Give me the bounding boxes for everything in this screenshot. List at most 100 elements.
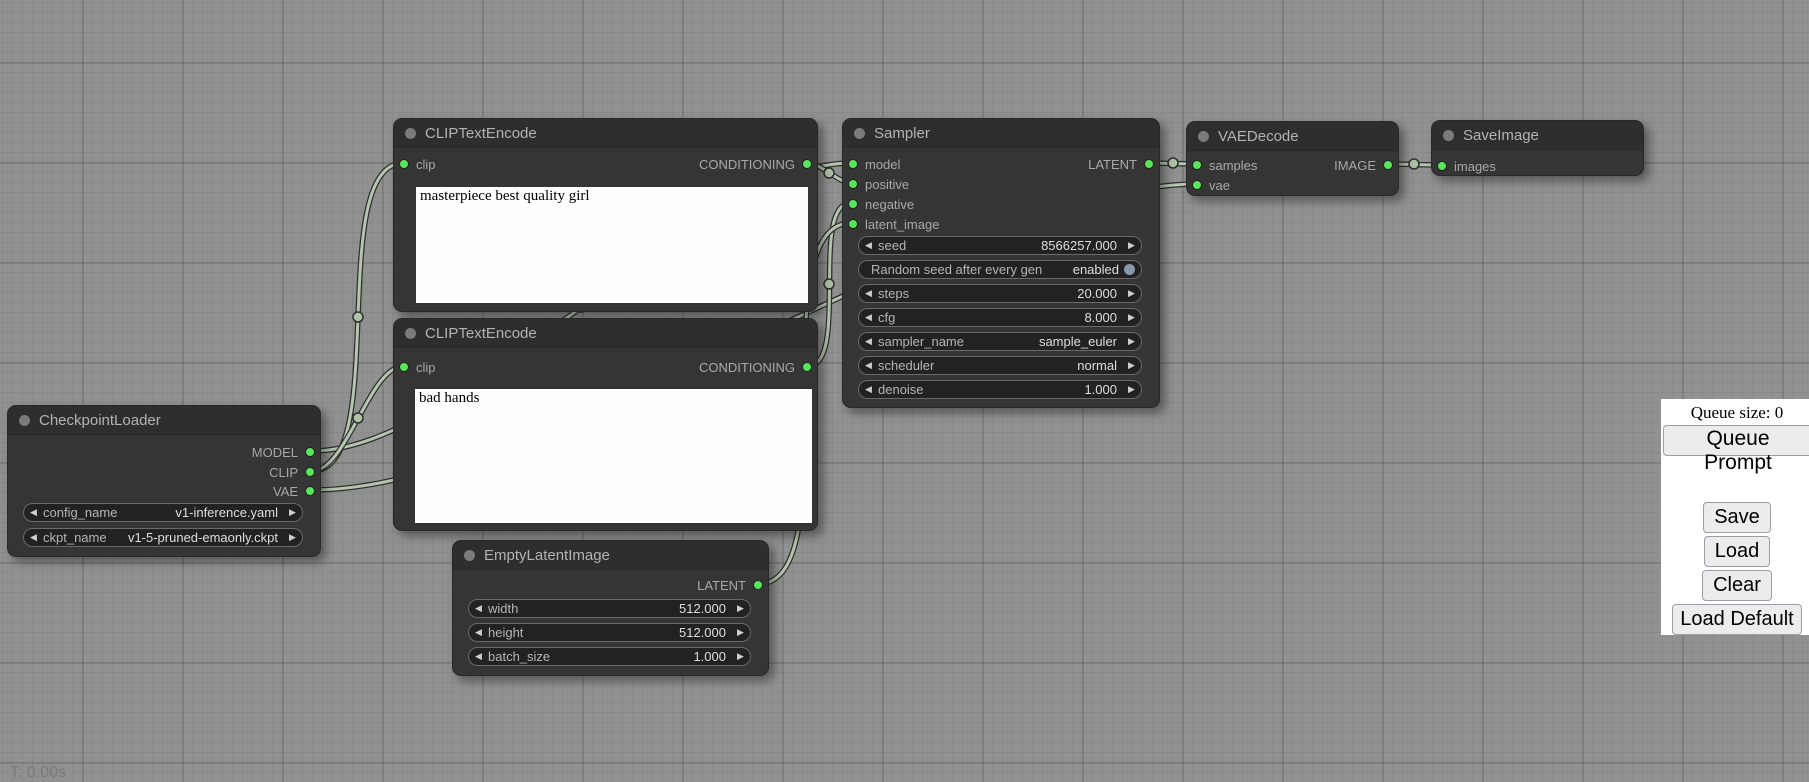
collapse-dot-icon[interactable]	[1198, 131, 1209, 142]
input-slot-model[interactable]: model	[848, 156, 900, 172]
widget-width[interactable]: width 512.000	[468, 599, 751, 618]
widget-config-name[interactable]: config_name v1-inference.yaml	[23, 503, 303, 522]
node-empty-latent-image[interactable]: EmptyLatentImage LATENT width 512.000 he…	[452, 540, 769, 676]
decrement-arrow-icon[interactable]	[859, 240, 878, 251]
decrement-arrow-icon[interactable]	[859, 336, 878, 347]
node-title-bar[interactable]: Sampler	[843, 119, 1159, 148]
decrement-arrow-icon[interactable]	[859, 360, 878, 371]
output-slot-icon[interactable]	[802, 159, 812, 169]
increment-arrow-icon[interactable]	[283, 532, 302, 543]
prompt-textarea[interactable]: bad hands	[415, 389, 812, 523]
input-slot-vae[interactable]: vae	[1192, 177, 1230, 193]
load-button[interactable]: Load	[1704, 536, 1771, 567]
node-checkpoint-loader[interactable]: CheckpointLoader MODEL CLIP VAE config_n…	[7, 405, 321, 557]
increment-arrow-icon[interactable]	[1122, 240, 1141, 251]
widget-random-seed-toggle[interactable]: Random seed after every gen enabled	[858, 260, 1142, 279]
node-title-bar[interactable]: CLIPTextEncode	[394, 319, 817, 348]
output-slot-conditioning[interactable]: CONDITIONING	[699, 156, 812, 172]
decrement-arrow-icon[interactable]	[469, 627, 488, 638]
increment-arrow-icon[interactable]	[1122, 336, 1141, 347]
output-slot-clip[interactable]: CLIP	[269, 464, 315, 480]
collapse-dot-icon[interactable]	[19, 415, 30, 426]
widget-sampler-name[interactable]: sampler_name sample_euler	[858, 332, 1142, 351]
decrement-arrow-icon[interactable]	[859, 384, 878, 395]
increment-arrow-icon[interactable]	[731, 651, 750, 662]
node-vae-decode[interactable]: VAEDecode samples vae IMAGE	[1186, 121, 1399, 196]
decrement-arrow-icon[interactable]	[24, 532, 43, 543]
node-title-bar[interactable]: CheckpointLoader	[8, 406, 320, 435]
increment-arrow-icon[interactable]	[1122, 288, 1141, 299]
widget-cfg[interactable]: cfg 8.000	[858, 308, 1142, 327]
input-slot-icon[interactable]	[848, 219, 858, 229]
input-slot-icon[interactable]	[399, 159, 409, 169]
input-slot-icon[interactable]	[848, 199, 858, 209]
increment-arrow-icon[interactable]	[1122, 384, 1141, 395]
increment-arrow-icon[interactable]	[283, 507, 302, 518]
input-slot-positive[interactable]: positive	[848, 176, 909, 192]
input-slot-latent-image[interactable]: latent_image	[848, 216, 939, 232]
widget-height[interactable]: height 512.000	[468, 623, 751, 642]
link-clip-negative[interactable]	[312, 366, 404, 471]
output-slot-icon[interactable]	[305, 486, 315, 496]
input-slot-icon[interactable]	[848, 179, 858, 189]
output-slot-image[interactable]: IMAGE	[1334, 157, 1393, 173]
decrement-arrow-icon[interactable]	[469, 651, 488, 662]
widget-seed[interactable]: seed 8566257.000	[858, 236, 1142, 255]
increment-arrow-icon[interactable]	[1122, 312, 1141, 323]
output-slot-icon[interactable]	[1144, 159, 1154, 169]
node-clip-text-encode-positive[interactable]: CLIPTextEncode clip CONDITIONING masterp…	[393, 118, 818, 312]
collapse-dot-icon[interactable]	[854, 128, 865, 139]
output-slot-model[interactable]: MODEL	[252, 444, 315, 460]
widget-batch-size[interactable]: batch_size 1.000	[468, 647, 751, 666]
widget-denoise[interactable]: denoise 1.000	[858, 380, 1142, 399]
output-slot-icon[interactable]	[802, 362, 812, 372]
decrement-arrow-icon[interactable]	[859, 288, 878, 299]
widget-value: v1-inference.yaml	[175, 505, 283, 520]
input-slot-clip[interactable]: clip	[399, 359, 436, 375]
input-slot-negative[interactable]: negative	[848, 196, 914, 212]
node-title-bar[interactable]: EmptyLatentImage	[453, 541, 768, 570]
input-slot-icon[interactable]	[1192, 160, 1202, 170]
node-title-bar[interactable]: CLIPTextEncode	[394, 119, 817, 148]
output-slot-icon[interactable]	[305, 447, 315, 457]
output-slot-latent[interactable]: LATENT	[697, 577, 763, 593]
collapse-dot-icon[interactable]	[464, 550, 475, 561]
input-slot-icon[interactable]	[399, 362, 409, 372]
node-title-bar[interactable]: SaveImage	[1432, 121, 1643, 150]
node-clip-text-encode-negative[interactable]: CLIPTextEncode clip CONDITIONING bad han…	[393, 318, 818, 531]
decrement-arrow-icon[interactable]	[24, 507, 43, 518]
widget-steps[interactable]: steps 20.000	[858, 284, 1142, 303]
toggle-on-icon[interactable]	[1124, 264, 1135, 275]
output-slot-vae[interactable]: VAE	[273, 483, 315, 499]
clear-button[interactable]: Clear	[1702, 570, 1772, 601]
input-slot-icon[interactable]	[848, 159, 858, 169]
collapse-dot-icon[interactable]	[405, 328, 416, 339]
output-slot-icon[interactable]	[1383, 160, 1393, 170]
increment-arrow-icon[interactable]	[731, 603, 750, 614]
input-slot-samples[interactable]: samples	[1192, 157, 1257, 173]
output-slot-conditioning[interactable]: CONDITIONING	[699, 359, 812, 375]
output-slot-icon[interactable]	[753, 580, 763, 590]
node-sampler[interactable]: Sampler model positive negative latent_i…	[842, 118, 1160, 408]
widget-scheduler[interactable]: scheduler normal	[858, 356, 1142, 375]
increment-arrow-icon[interactable]	[731, 627, 750, 638]
node-title-bar[interactable]: VAEDecode	[1187, 122, 1398, 151]
increment-arrow-icon[interactable]	[1122, 360, 1141, 371]
save-button[interactable]: Save	[1703, 502, 1771, 533]
input-slot-clip[interactable]: clip	[399, 156, 436, 172]
input-slot-icon[interactable]	[1192, 180, 1202, 190]
prompt-textarea[interactable]: masterpiece best quality girl	[416, 187, 808, 303]
load-default-button[interactable]: Load Default	[1672, 604, 1801, 635]
collapse-dot-icon[interactable]	[1443, 130, 1454, 141]
collapse-dot-icon[interactable]	[405, 128, 416, 139]
link-clip-positive[interactable]	[312, 163, 404, 471]
widget-ckpt-name[interactable]: ckpt_name v1-5-pruned-emaonly.ckpt	[23, 528, 303, 547]
decrement-arrow-icon[interactable]	[469, 603, 488, 614]
input-slot-images[interactable]: images	[1437, 158, 1496, 174]
input-slot-icon[interactable]	[1437, 161, 1447, 171]
node-save-image[interactable]: SaveImage images	[1431, 120, 1644, 176]
output-slot-icon[interactable]	[305, 467, 315, 477]
queue-prompt-button[interactable]: Queue Prompt	[1663, 425, 1809, 456]
output-slot-latent[interactable]: LATENT	[1088, 156, 1154, 172]
decrement-arrow-icon[interactable]	[859, 312, 878, 323]
